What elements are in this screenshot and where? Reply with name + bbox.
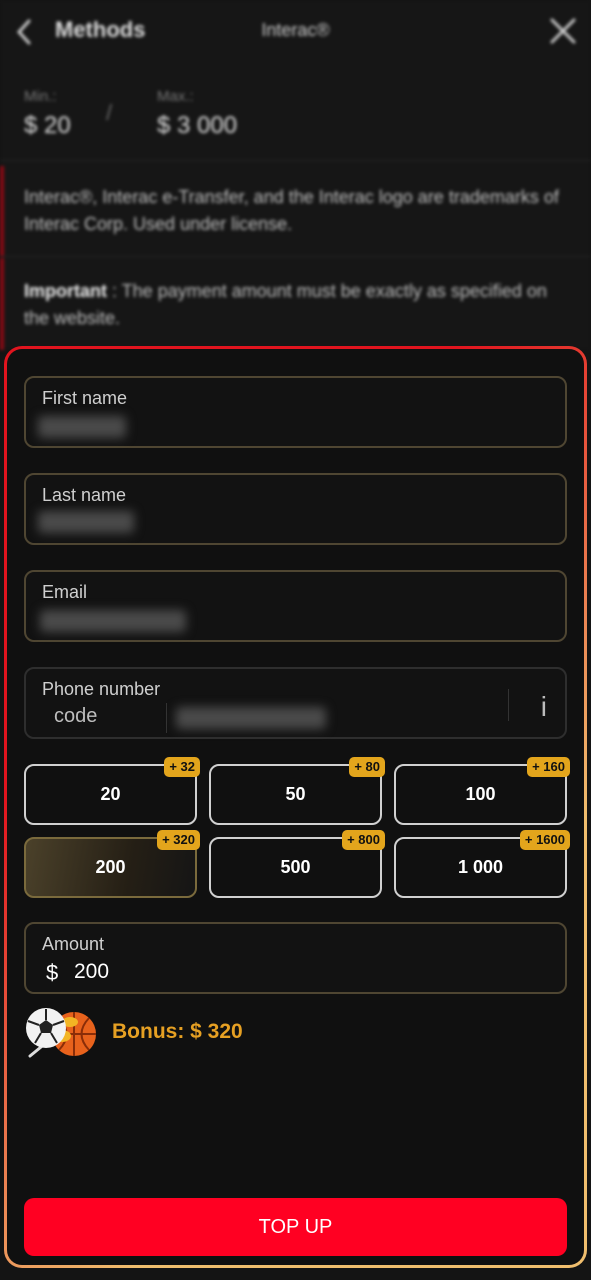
first-name-value <box>38 416 126 438</box>
chip-value: 20 <box>100 784 121 804</box>
divider <box>508 689 509 721</box>
amount-label: Amount <box>42 934 105 954</box>
amount-chip-100[interactable]: 100 + 160 <box>394 757 570 825</box>
important-note: Important : The payment amount must be e… <box>0 258 591 350</box>
amount-chip-50[interactable]: 50 + 80 <box>209 757 385 825</box>
max-value: $ 3 000 <box>157 112 238 139</box>
close-icon[interactable] <box>549 16 577 46</box>
last-name-label: Last name <box>42 485 127 505</box>
method-name: Interac® <box>261 20 330 40</box>
amount-chip-200[interactable]: 200 + 320 <box>24 830 200 898</box>
country-code-select[interactable]: code <box>54 705 97 728</box>
email-field[interactable]: Email <box>24 570 567 642</box>
chip-value: 200 <box>95 857 126 877</box>
currency-symbol: $ <box>46 960 59 985</box>
amount-chip-500[interactable]: 500 + 800 <box>209 830 385 898</box>
email-label: Email <box>42 582 88 602</box>
max-label: Max.: <box>157 88 194 105</box>
important-label: Important <box>24 281 107 301</box>
chip-value: 50 <box>285 784 306 804</box>
bonus-badge: + 32 <box>164 757 200 777</box>
limits-divider: / <box>106 100 113 125</box>
phone-label: Phone number <box>42 679 161 699</box>
amount-value: 200 <box>74 960 110 983</box>
bonus-badge: + 160 <box>527 757 570 777</box>
bonus-badge: + 800 <box>342 830 385 850</box>
divider <box>166 703 167 733</box>
bonus-badge: + 320 <box>157 830 200 850</box>
email-value <box>40 610 186 632</box>
sports-balls-icon <box>26 1008 96 1058</box>
bonus-text: Bonus: $ 320 <box>112 1020 243 1043</box>
first-name-field[interactable]: First name <box>24 376 567 448</box>
chip-value: 1 000 <box>457 857 504 877</box>
phone-field[interactable]: Phone number code i <box>24 667 567 739</box>
top-up-label: TOP UP <box>258 1215 333 1238</box>
amount-chip-1000[interactable]: 1 000 + 1600 <box>394 830 570 898</box>
blurred-header-section: Methods Interac® Min.: $ 20 / Max.: $ 3 … <box>0 0 591 350</box>
first-name-label: First name <box>42 388 128 408</box>
bonus-badge: + 1600 <box>519 830 570 850</box>
chip-value: 100 <box>465 784 496 804</box>
min-label: Min.: <box>24 88 57 105</box>
min-value: $ 20 <box>24 112 71 139</box>
trademark-note: Interac®, Interac e-Transfer, and the In… <box>0 166 591 256</box>
last-name-field[interactable]: Last name <box>24 473 567 545</box>
info-icon[interactable]: i <box>541 691 547 723</box>
phone-number-value <box>176 707 326 729</box>
amount-input[interactable]: Amount $ 200 <box>24 922 567 994</box>
last-name-value <box>38 511 134 533</box>
chip-value: 500 <box>280 857 311 877</box>
bonus-badge: + 80 <box>349 757 385 777</box>
header-bar: Methods Interac® <box>0 0 591 64</box>
amount-chip-20[interactable]: 20 + 32 <box>24 757 200 825</box>
divider <box>0 256 591 257</box>
divider <box>0 160 591 161</box>
top-up-button[interactable]: TOP UP <box>24 1198 567 1256</box>
